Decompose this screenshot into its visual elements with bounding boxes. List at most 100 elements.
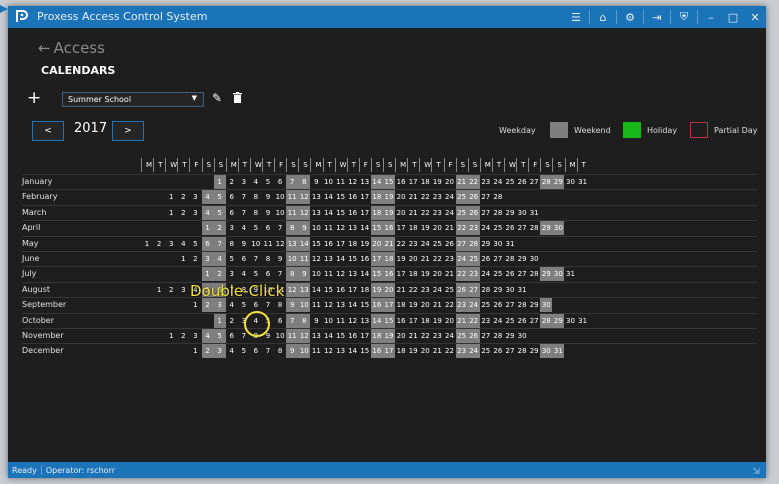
day-cell[interactable]: 6 (201, 236, 214, 251)
day-cell[interactable]: 8 (298, 175, 311, 189)
day-cell[interactable]: 29 (516, 252, 528, 266)
day-cell[interactable]: 18 (407, 221, 419, 235)
day-cell[interactable]: 27 (528, 314, 540, 328)
day-cell[interactable]: 30 (540, 298, 553, 313)
day-cell[interactable]: 16 (359, 252, 371, 266)
day-cell[interactable]: 17 (370, 252, 383, 266)
day-cell[interactable]: 30 (552, 267, 565, 282)
day-cell[interactable]: 27 (528, 175, 540, 189)
day-cell[interactable]: 18 (395, 298, 407, 312)
day-cell[interactable]: 3 (165, 237, 177, 251)
day-cell[interactable]: 26 (492, 298, 504, 312)
day-cell[interactable]: 16 (370, 298, 383, 313)
day-cell[interactable]: 26 (504, 221, 516, 235)
day-cell[interactable]: 17 (359, 206, 371, 220)
day-cell[interactable]: 26 (467, 205, 480, 220)
day-cell[interactable]: 9 (298, 267, 311, 282)
day-cell[interactable]: 31 (552, 344, 565, 359)
day-cell[interactable]: 18 (370, 329, 383, 343)
day-cell[interactable]: 23 (455, 298, 468, 313)
day-cell[interactable]: 9 (262, 206, 274, 220)
day-cell[interactable]: 27 (516, 221, 528, 235)
day-cell[interactable]: 8 (286, 267, 299, 282)
day-cell[interactable]: 16 (323, 237, 335, 251)
day-cell[interactable]: 24 (419, 237, 431, 251)
day-cell[interactable]: 8 (286, 221, 299, 236)
gear-icon[interactable]: ⚙ (619, 6, 641, 28)
day-cell[interactable]: 18 (383, 252, 395, 266)
day-cell[interactable]: 23 (467, 267, 480, 282)
day-cell[interactable]: 18 (419, 175, 431, 189)
day-cell[interactable]: 28 (492, 190, 504, 204)
day-cell[interactable]: 19 (407, 344, 419, 358)
day-cell[interactable]: 14 (359, 267, 371, 281)
day-cell[interactable]: 10 (323, 314, 335, 328)
day-cell[interactable]: 27 (504, 344, 516, 358)
day-cell[interactable]: 22 (467, 313, 480, 328)
day-cell[interactable]: 12 (298, 329, 311, 343)
day-cell[interactable]: 4 (238, 221, 250, 235)
day-cell[interactable]: 20 (370, 236, 383, 251)
day-cell[interactable]: 20 (395, 190, 407, 204)
day-cell[interactable]: 5 (213, 329, 226, 343)
day-cell[interactable]: 22 (419, 206, 431, 220)
day-cell[interactable]: 2 (226, 314, 238, 328)
day-cell[interactable]: 13 (335, 344, 347, 358)
day-cell[interactable]: 24 (467, 298, 480, 313)
day-cell[interactable]: 7 (286, 175, 299, 189)
day-cell[interactable]: 9 (286, 344, 299, 359)
day-cell[interactable]: 21 (419, 252, 431, 266)
day-cell[interactable]: 24 (480, 221, 492, 235)
day-cell[interactable]: 25 (504, 314, 516, 328)
day-cell[interactable]: 21 (455, 313, 468, 328)
day-cell[interactable]: 17 (407, 175, 419, 189)
day-cell[interactable]: 4 (177, 237, 189, 251)
day-cell[interactable]: 10 (298, 344, 311, 359)
day-cell[interactable]: 18 (370, 190, 383, 205)
day-cell[interactable]: 27 (480, 206, 492, 220)
day-cell[interactable]: 5 (213, 205, 226, 220)
day-cell[interactable]: 2 (201, 344, 214, 359)
day-cell[interactable]: 27 (492, 252, 504, 266)
day-cell[interactable]: 2 (165, 283, 177, 297)
day-cell[interactable]: 30 (504, 283, 516, 297)
day-cell[interactable]: 7 (262, 344, 274, 358)
day-cell[interactable]: 23 (455, 344, 468, 359)
day-cell[interactable]: 30 (552, 221, 565, 236)
day-cell[interactable]: 20 (383, 282, 395, 297)
day-cell[interactable]: 16 (347, 329, 359, 343)
day-cell[interactable]: 19 (383, 190, 395, 205)
day-cell[interactable]: 12 (298, 190, 311, 205)
day-cell[interactable]: 27 (504, 298, 516, 312)
day-cell[interactable]: 10 (298, 298, 311, 313)
day-cell[interactable]: 11 (323, 267, 335, 281)
day-cell[interactable]: 19 (407, 298, 419, 312)
day-cell[interactable]: 3 (226, 267, 238, 281)
day-cell[interactable]: 22 (444, 298, 456, 312)
day-cell[interactable]: 10 (274, 190, 286, 204)
close-icon[interactable]: ✕ (744, 6, 766, 28)
day-cell[interactable]: 14 (347, 298, 359, 312)
day-cell[interactable]: 26 (504, 267, 516, 281)
day-cell[interactable]: 25 (492, 221, 504, 235)
day-cell[interactable]: 20 (419, 344, 431, 358)
day-cell[interactable]: 26 (480, 252, 492, 266)
minimize-icon[interactable]: – (700, 6, 722, 28)
day-cell[interactable]: 6 (226, 329, 238, 343)
day-cell[interactable]: 16 (347, 190, 359, 204)
day-cell[interactable]: 14 (370, 175, 383, 189)
day-cell[interactable]: 5 (238, 298, 250, 312)
day-cell[interactable]: 27 (480, 329, 492, 343)
day-cell[interactable]: 22 (419, 190, 431, 204)
day-cell[interactable]: 9 (310, 175, 322, 189)
day-cell[interactable]: 1 (177, 252, 189, 266)
day-cell[interactable]: 15 (347, 252, 359, 266)
day-cell[interactable]: 31 (504, 237, 516, 251)
day-cell[interactable]: 31 (577, 314, 589, 328)
day-cell[interactable]: 24 (444, 206, 456, 220)
day-cell[interactable]: 6 (226, 190, 238, 204)
day-cell[interactable]: 6 (250, 344, 262, 358)
day-cell[interactable]: 10 (250, 237, 262, 251)
day-cell[interactable]: 16 (383, 221, 395, 236)
day-cell[interactable]: 10 (310, 267, 322, 281)
